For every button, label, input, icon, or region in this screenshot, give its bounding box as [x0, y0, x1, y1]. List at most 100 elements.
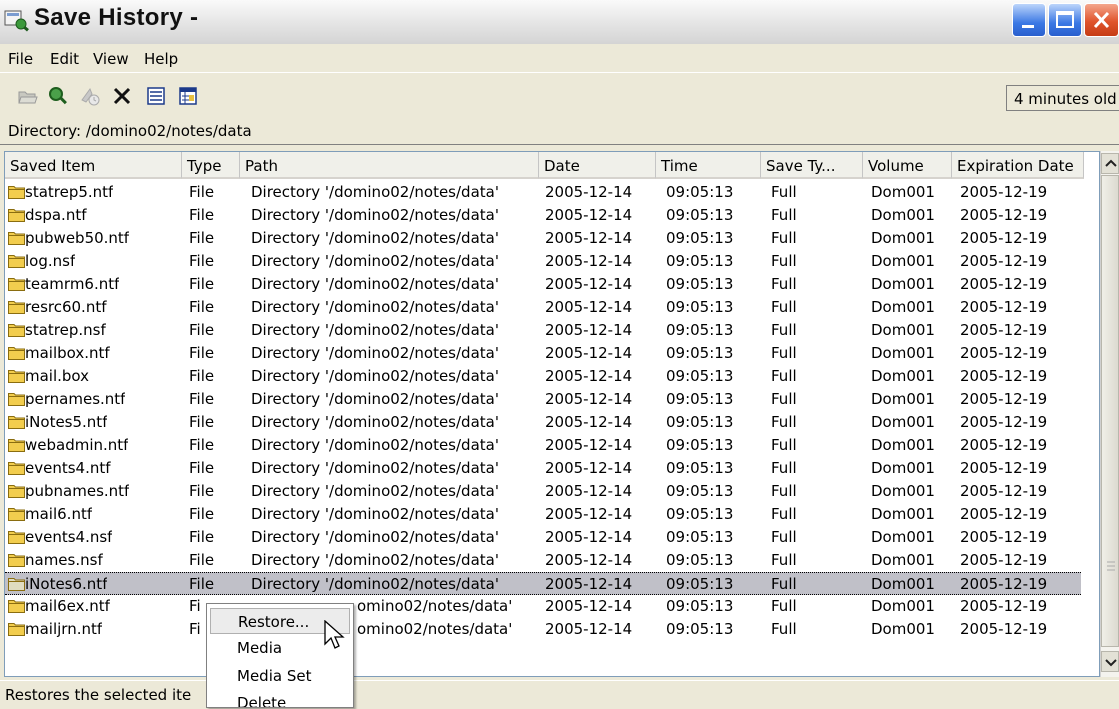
table-row[interactable]: mail6.ntf File Directory '/domino02/notes/… — [5, 503, 1081, 526]
cell-path: Directory '/domino02/notes/data' — [251, 482, 499, 500]
cell-save-type: Full — [771, 459, 797, 477]
cell-volume: Dom001 — [871, 275, 935, 293]
table-row[interactable]: events4.nsf File Directory '/domino02/note… — [5, 526, 1081, 549]
folder-icon — [8, 186, 25, 199]
history-icon[interactable] — [80, 86, 100, 106]
toolbar: 4 minutes old — [0, 72, 1119, 120]
table-row[interactable]: statrep.nsf File Directory '/domino02/note… — [5, 319, 1081, 342]
table-row[interactable]: iNotes6.ntf File Directory '/domino02/note… — [5, 572, 1081, 595]
cell-name: mail6.ntf — [25, 505, 93, 523]
maximize-button[interactable] — [1048, 3, 1082, 37]
cell-expiration: 2005-12-19 — [960, 390, 1048, 408]
table-row[interactable]: statrep5.ntf File Directory '/domino02/not… — [5, 181, 1081, 204]
cell-volume: Dom001 — [871, 367, 935, 385]
table-row[interactable]: pernames.ntf File Directory '/domino02/not… — [5, 388, 1081, 411]
menu-edit[interactable]: Edit — [50, 50, 79, 68]
table-row[interactable]: webadmin.ntf File Directory '/domino02/not… — [5, 434, 1081, 457]
cell-time: 09:05:13 — [666, 528, 734, 546]
chevron-down-icon — [1105, 659, 1117, 667]
table-row[interactable]: teamrm6.ntf File Directory '/domino02/note… — [5, 273, 1081, 296]
column-header-date[interactable]: Date — [539, 152, 656, 179]
cell-path: Directory '/domino02/notes/data' — [251, 298, 499, 316]
cell-save-type: Full — [771, 275, 797, 293]
column-header-save-type[interactable]: Save Ty... — [761, 152, 863, 179]
cell-save-type: Full — [771, 298, 797, 316]
table-row[interactable]: events4.ntf File Directory '/domino02/note… — [5, 457, 1081, 480]
folder-icon — [8, 578, 25, 591]
cell-name: webadmin.ntf — [25, 436, 129, 454]
cell-path: Directory '/domino02/notes/data' — [251, 413, 499, 431]
details-view-icon[interactable] — [178, 86, 198, 106]
cell-date: 2005-12-14 — [545, 482, 633, 500]
cell-path: Directory '/domino02/notes/data' — [251, 206, 499, 224]
minimize-button[interactable] — [1012, 3, 1046, 37]
table-row[interactable]: iNotes5.ntf File Directory '/domino02/note… — [5, 411, 1081, 434]
cell-volume: Dom001 — [871, 298, 935, 316]
table-row[interactable]: mailbox.ntf File Directory '/domino02/note… — [5, 342, 1081, 365]
scroll-up-button[interactable] — [1101, 153, 1119, 174]
cell-save-type: Full — [771, 252, 797, 270]
cell-volume: Dom001 — [871, 597, 935, 615]
folder-icon — [8, 439, 25, 452]
cell-expiration: 2005-12-19 — [960, 321, 1048, 339]
table-row[interactable]: pubnames.ntf File Directory '/domino02/not… — [5, 480, 1081, 503]
cell-volume: Dom001 — [871, 229, 935, 247]
context-menu-delete[interactable]: Delete — [210, 690, 350, 707]
context-menu-media-set-label: Media Set — [237, 667, 312, 685]
cell-expiration: 2005-12-19 — [960, 436, 1048, 454]
table-row[interactable]: pubweb50.ntf File Directory '/domino02/not… — [5, 227, 1081, 250]
cell-name: resrc60.ntf — [25, 298, 107, 316]
cell-path: Directory '/domino02/notes/data' — [251, 344, 499, 362]
column-header-type[interactable]: Type — [182, 152, 240, 179]
cell-expiration: 2005-12-19 — [960, 367, 1048, 385]
cell-path: omino02/notes/data' — [357, 620, 513, 638]
context-menu: Restore... Media Media Set Delete — [206, 603, 354, 708]
search-restore-icon[interactable] — [48, 86, 68, 106]
open-folder-icon[interactable] — [18, 86, 38, 106]
scroll-down-button[interactable] — [1101, 651, 1119, 672]
vertical-scrollbar[interactable] — [1100, 151, 1119, 677]
table-row[interactable]: mailjrn.ntf Fi omino02/notes/data' 2005-12-… — [5, 618, 1081, 641]
title-bar[interactable]: Save History - — [0, 0, 1119, 45]
context-menu-media-set[interactable]: Media Set — [210, 663, 350, 689]
menu-view[interactable]: View — [93, 50, 129, 68]
table-row[interactable]: resrc60.ntf File Directory '/domino02/note… — [5, 296, 1081, 319]
table-row[interactable]: mail.box File Directory '/domino02/notes/d… — [5, 365, 1081, 388]
cell-time: 09:05:13 — [666, 298, 734, 316]
menu-file[interactable]: File — [8, 50, 33, 68]
saved-items-table[interactable]: Saved Item Type Path Date Time Save Ty..… — [4, 151, 1100, 677]
cell-expiration: 2005-12-19 — [960, 551, 1048, 569]
column-header-saved-item[interactable]: Saved Item — [5, 152, 182, 179]
directory-bar: Directory: /domino02/notes/data — [0, 119, 1119, 145]
cell-type: File — [189, 459, 215, 477]
cell-date: 2005-12-14 — [545, 551, 633, 569]
list-view-icon[interactable] — [146, 86, 166, 106]
cell-date: 2005-12-14 — [545, 597, 633, 615]
cell-type: File — [189, 390, 215, 408]
cell-type: File — [189, 275, 215, 293]
scrollbar-thumb[interactable] — [1101, 175, 1119, 647]
column-header-path[interactable]: Path — [240, 152, 539, 179]
folder-icon — [8, 232, 25, 245]
close-button[interactable] — [1084, 3, 1119, 37]
table-row[interactable]: log.nsf File Directory '/domino02/notes/da… — [5, 250, 1081, 273]
column-header-time[interactable]: Time — [656, 152, 761, 179]
status-bar: Restores the selected ite — [0, 680, 1119, 709]
table-row[interactable]: names.nsf File Directory '/domino02/notes/… — [5, 549, 1081, 572]
column-header-volume[interactable]: Volume — [863, 152, 952, 179]
cell-volume: Dom001 — [871, 459, 935, 477]
menu-help[interactable]: Help — [144, 50, 178, 68]
cell-type: File — [189, 298, 215, 316]
cell-volume: Dom001 — [871, 390, 935, 408]
cell-name: iNotes5.ntf — [25, 413, 108, 431]
table-row[interactable]: dspa.ntf File Directory '/domino02/notes/d… — [5, 204, 1081, 227]
column-header-expiration-date[interactable]: Expiration Date — [952, 152, 1084, 179]
cell-save-type: Full — [771, 390, 797, 408]
cell-name: log.nsf — [25, 252, 76, 270]
cell-type: File — [189, 252, 215, 270]
delete-x-icon[interactable] — [112, 86, 132, 106]
cell-time: 09:05:13 — [666, 413, 734, 431]
table-row[interactable]: mail6ex.ntf Fi omino02/notes/data' 2005-12-… — [5, 595, 1081, 618]
cell-type: File — [189, 413, 215, 431]
cell-date: 2005-12-14 — [545, 229, 633, 247]
